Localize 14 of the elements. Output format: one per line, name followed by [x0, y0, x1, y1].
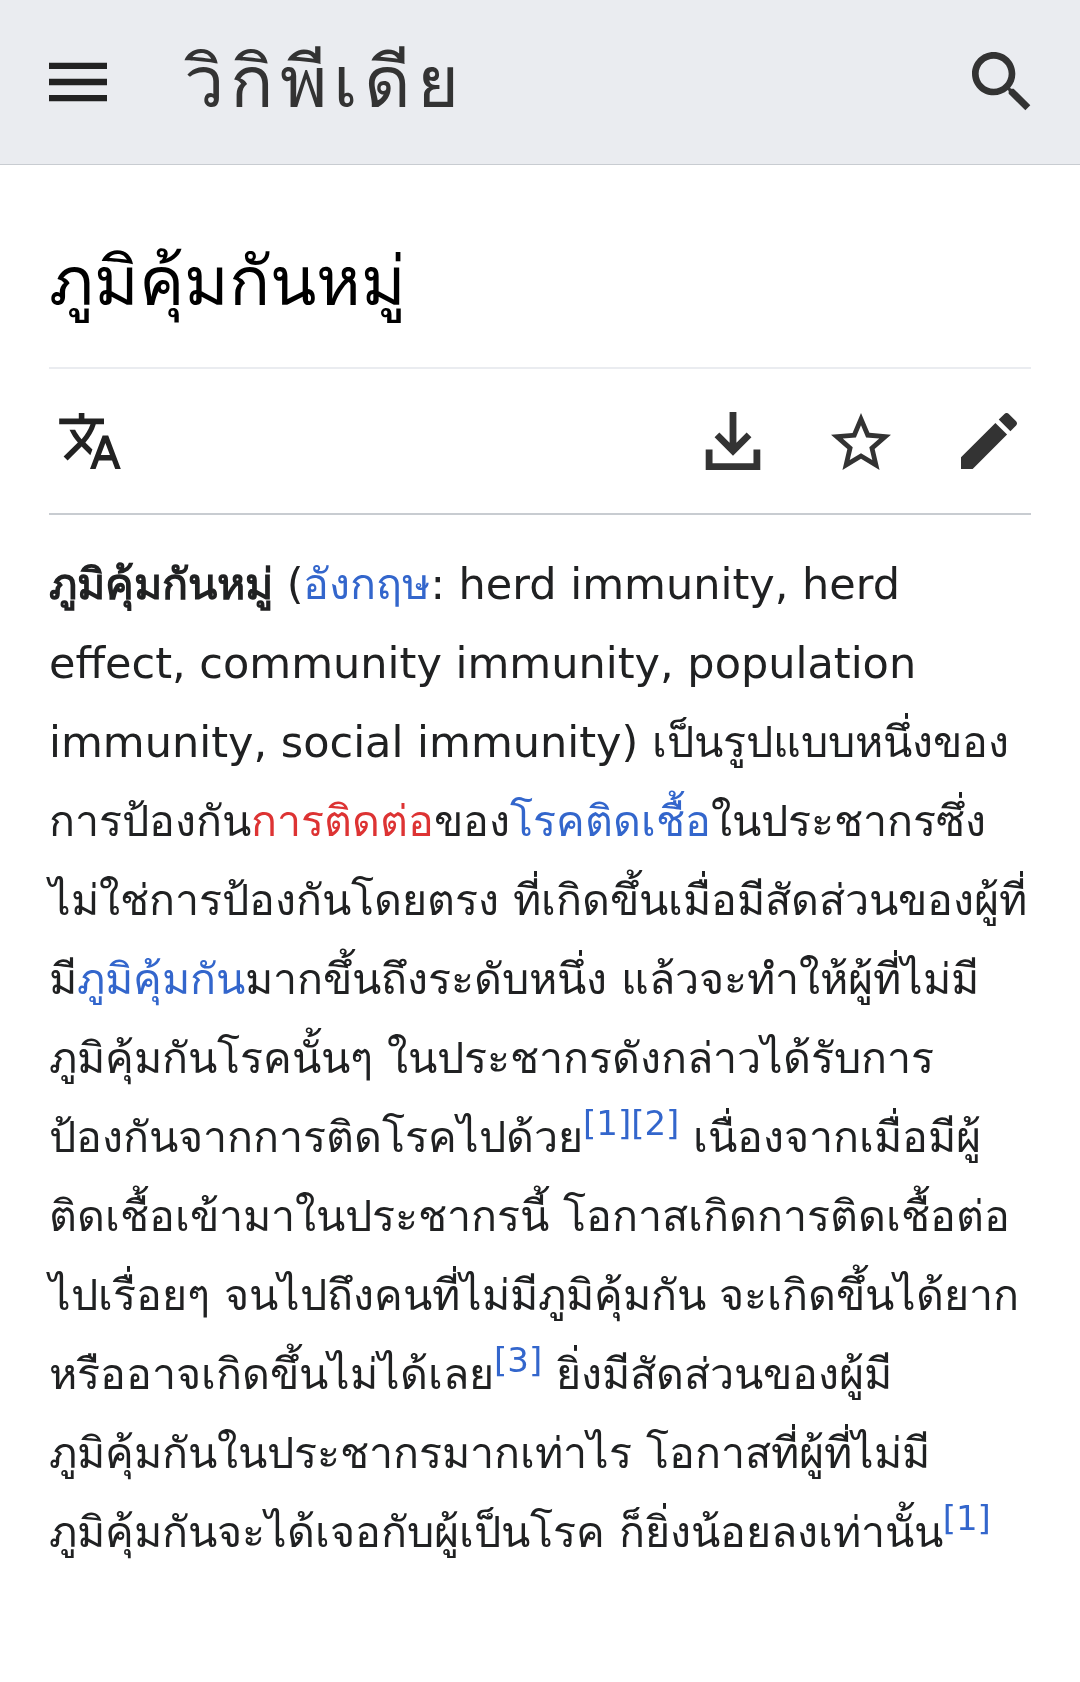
star-icon[interactable]: [831, 412, 891, 470]
missing-article-link[interactable]: การติดต่อ: [251, 782, 434, 861]
article-link[interactable]: อังกฤษ: [303, 545, 431, 624]
wikipedia-wordmark[interactable]: วิกิพีเดีย: [184, 46, 465, 118]
page-title: ภูมิคุ้มกันหมู่: [49, 165, 1031, 369]
reference-link[interactable]: [1]: [583, 1103, 632, 1143]
reference-link[interactable]: [3]: [494, 1340, 543, 1380]
reference-link[interactable]: [1]: [942, 1498, 991, 1538]
article-link[interactable]: ภูมิคุ้มกัน: [77, 940, 245, 1019]
edit-icon[interactable]: [961, 413, 1017, 469]
reference-link[interactable]: [2]: [631, 1103, 680, 1143]
article-link[interactable]: โรคติดเชื้อ: [510, 782, 711, 861]
download-icon[interactable]: [705, 412, 761, 470]
language-icon[interactable]: [59, 413, 121, 469]
